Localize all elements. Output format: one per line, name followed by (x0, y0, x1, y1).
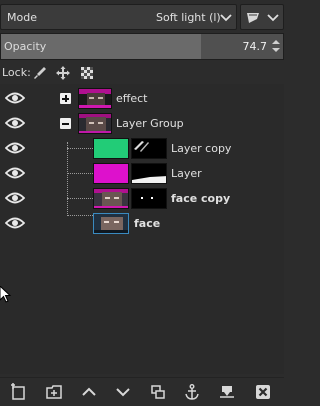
layer-thumbnail (78, 113, 112, 134)
chevron-down-icon (267, 14, 279, 22)
layer-row-face[interactable]: face (0, 211, 284, 236)
composite-mode-button[interactable] (240, 4, 284, 30)
chevron-down-icon (220, 14, 232, 22)
spin-arrows-icon[interactable] (271, 37, 281, 55)
anchor-layer-icon[interactable] (183, 383, 201, 401)
layer-row-layer-copy[interactable]: Layer copy (0, 136, 284, 161)
layer-name: face (134, 217, 161, 230)
expand-plus-icon[interactable] (60, 93, 71, 104)
paintbrush-icon[interactable] (32, 65, 48, 81)
checkerboard-alpha-icon[interactable] (79, 65, 95, 81)
lock-label: Lock: (2, 66, 31, 79)
layer-row-layer[interactable]: Layer (0, 161, 284, 186)
eye-visibility-icon[interactable] (5, 190, 25, 206)
raise-layer-icon[interactable] (80, 383, 98, 401)
eye-visibility-icon[interactable] (5, 165, 25, 181)
eye-visibility-icon[interactable] (5, 90, 25, 106)
opacity-slider[interactable]: Opacity 74.7 (0, 33, 284, 60)
layer-row-face-copy[interactable]: face copy (0, 186, 284, 211)
layer-thumbnail (93, 188, 129, 209)
layer-thumbnail (93, 138, 129, 159)
layer-name: Layer (171, 167, 202, 180)
layer-name: Layer Group (116, 117, 184, 130)
layer-thumbnail (93, 163, 129, 184)
collapse-minus-icon[interactable] (60, 118, 71, 129)
layer-name: effect (116, 92, 148, 105)
layer-mask-thumbnail (131, 188, 167, 209)
new-layer-icon[interactable] (9, 383, 27, 401)
duplicate-layer-icon[interactable] (149, 383, 167, 401)
layer-name: face copy (171, 192, 231, 205)
mouse-cursor-icon (0, 286, 12, 303)
layer-thumbnail (93, 213, 129, 234)
layer-mask-thumbnail (131, 138, 167, 159)
eye-visibility-icon[interactable] (5, 115, 25, 131)
mode-value: Soft light (l) (156, 11, 221, 24)
eye-visibility-icon[interactable] (5, 140, 25, 156)
move-icon[interactable] (55, 65, 71, 81)
mode-label: Mode (7, 11, 37, 24)
opacity-value: 74.7 (242, 40, 268, 53)
mode-row: Mode Soft light (l) (0, 4, 284, 30)
layer-name: Layer copy (171, 142, 232, 155)
lower-layer-icon[interactable] (114, 383, 132, 401)
composite-mode-icon (247, 13, 259, 23)
layer-row-effect[interactable]: effect (0, 86, 284, 111)
delete-layer-icon[interactable] (254, 383, 272, 401)
merge-down-icon[interactable] (218, 383, 236, 401)
lock-row: Lock: (0, 64, 284, 82)
layers-bottom-toolbar (0, 377, 284, 406)
mode-dropdown[interactable]: Mode Soft light (l) (0, 4, 237, 30)
layers-list[interactable]: effect Layer Group Layer copy Layer face… (0, 84, 284, 374)
opacity-label: Opacity (4, 40, 47, 53)
layer-row-layer-group[interactable]: Layer Group (0, 111, 284, 136)
new-layer-group-icon[interactable] (45, 383, 63, 401)
layer-mask-thumbnail (131, 163, 167, 184)
layer-thumbnail (78, 88, 112, 109)
eye-visibility-icon[interactable] (5, 215, 25, 231)
